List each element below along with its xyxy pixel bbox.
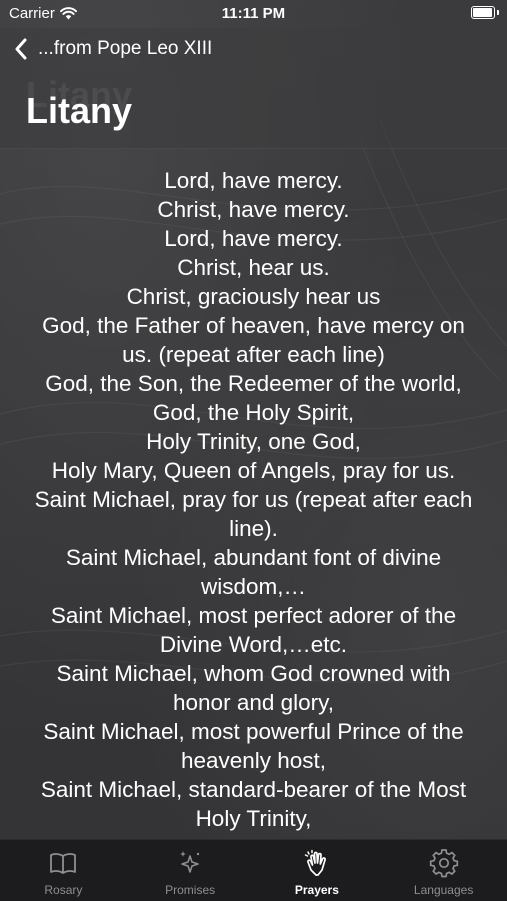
prayer-line: Saint Michael, whom God crowned with xyxy=(56,661,451,686)
prayer-line: God, the Son, the Redeemer of the world, xyxy=(45,371,462,396)
book-icon xyxy=(50,853,77,874)
prayer-line: us. (repeat after each line) xyxy=(122,342,385,367)
tab-prayers[interactable]: Prayers xyxy=(254,840,381,901)
tab-label: Prayers xyxy=(294,883,339,897)
prayer-line: Christ, have mercy. xyxy=(157,197,350,222)
prayer-line: Holy Mary, Queen of Angels, pray for us. xyxy=(51,458,456,483)
tab-promises[interactable]: Promises xyxy=(127,840,254,901)
prayer-line: Divine Word,…etc. xyxy=(159,632,348,657)
prayer-line: Lord, have mercy. xyxy=(164,226,343,251)
prayer-line: wisdom,… xyxy=(200,574,307,599)
prayer-line: Lord, have mercy. xyxy=(164,168,343,193)
prayer-text: Lord, have mercy. Christ, have mercy. Lord… xyxy=(0,148,507,833)
tab-label: Languages xyxy=(413,883,474,897)
prayer-line: Holy Trinity, xyxy=(195,806,312,831)
navigation-header: ...from Pope Leo XIII Litany Litany xyxy=(0,28,507,149)
chevron-left-icon xyxy=(15,38,27,60)
prayer-line: Saint Michael, abundant font of divine xyxy=(65,545,442,570)
page-title: Litany xyxy=(26,90,133,131)
prayer-line: God, the Holy Spirit, xyxy=(152,400,355,425)
prayer-line: Christ, graciously hear us xyxy=(126,284,381,309)
tab-bar: Rosary Promises Prayers Languages xyxy=(0,839,507,901)
prayer-line: Saint Michael, standard-bearer of the Mo… xyxy=(40,777,467,802)
tab-languages[interactable]: Languages xyxy=(380,840,507,901)
prayer-line: Saint Michael, pray for us (repeat after… xyxy=(34,487,473,512)
tab-rosary[interactable]: Rosary xyxy=(0,840,127,901)
back-button[interactable]: ...from Pope Leo XIII xyxy=(14,38,212,60)
status-time: 11:11 PM xyxy=(221,5,286,22)
prayer-line: Christ, hear us. xyxy=(177,255,330,280)
status-bar: Carrier 11:11 PM xyxy=(0,0,507,28)
praying-hands-icon xyxy=(304,849,326,876)
prayer-line: heavenly host, xyxy=(180,748,327,773)
prayer-line: God, the Father of heaven, have mercy on xyxy=(42,313,465,338)
tab-label: Promises xyxy=(165,883,216,897)
prayer-scroll-view[interactable]: Lord, have mercy. Christ, have mercy. Lord… xyxy=(0,148,507,839)
prayer-line: honor and glory, xyxy=(173,690,334,715)
prayer-line: line). xyxy=(229,516,278,541)
battery-icon xyxy=(471,6,499,19)
gear-icon xyxy=(429,849,458,878)
sparkles-icon xyxy=(180,851,200,873)
prayer-line: Holy Trinity, one God, xyxy=(146,429,361,454)
prayer-line: Saint Michael, most powerful Prince of t… xyxy=(43,719,464,744)
prayer-line: Saint Michael, most perfect adorer of th… xyxy=(50,603,457,628)
tab-label: Rosary xyxy=(44,883,83,897)
back-button-label: ...from Pope Leo XIII xyxy=(38,38,213,59)
